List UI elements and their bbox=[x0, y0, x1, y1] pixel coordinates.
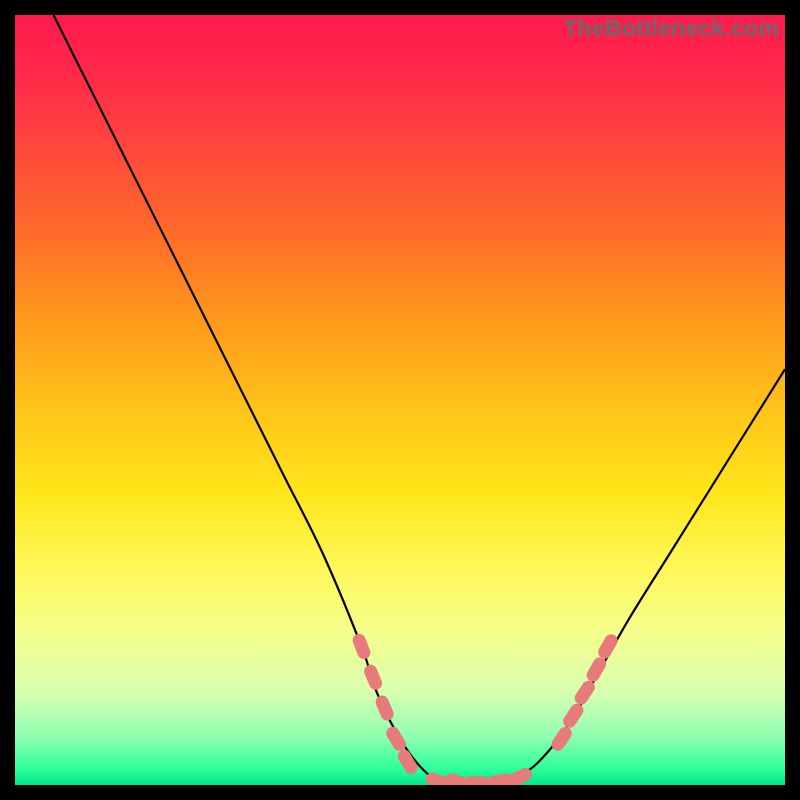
curve-marker bbox=[596, 632, 620, 661]
bottleneck-curve-svg bbox=[15, 15, 785, 785]
curve-marker bbox=[362, 663, 384, 692]
bottleneck-curve bbox=[54, 15, 786, 785]
curve-marker bbox=[374, 694, 396, 723]
curve-marker bbox=[351, 632, 373, 661]
chart-frame: TheBottleneck.com bbox=[15, 15, 785, 785]
curve-marker bbox=[549, 724, 574, 753]
curve-marker bbox=[561, 701, 586, 730]
curve-marker bbox=[464, 776, 490, 785]
watermark-label: TheBottleneck.com bbox=[563, 15, 779, 42]
curve-marker bbox=[384, 724, 409, 753]
plot-area bbox=[15, 15, 785, 785]
